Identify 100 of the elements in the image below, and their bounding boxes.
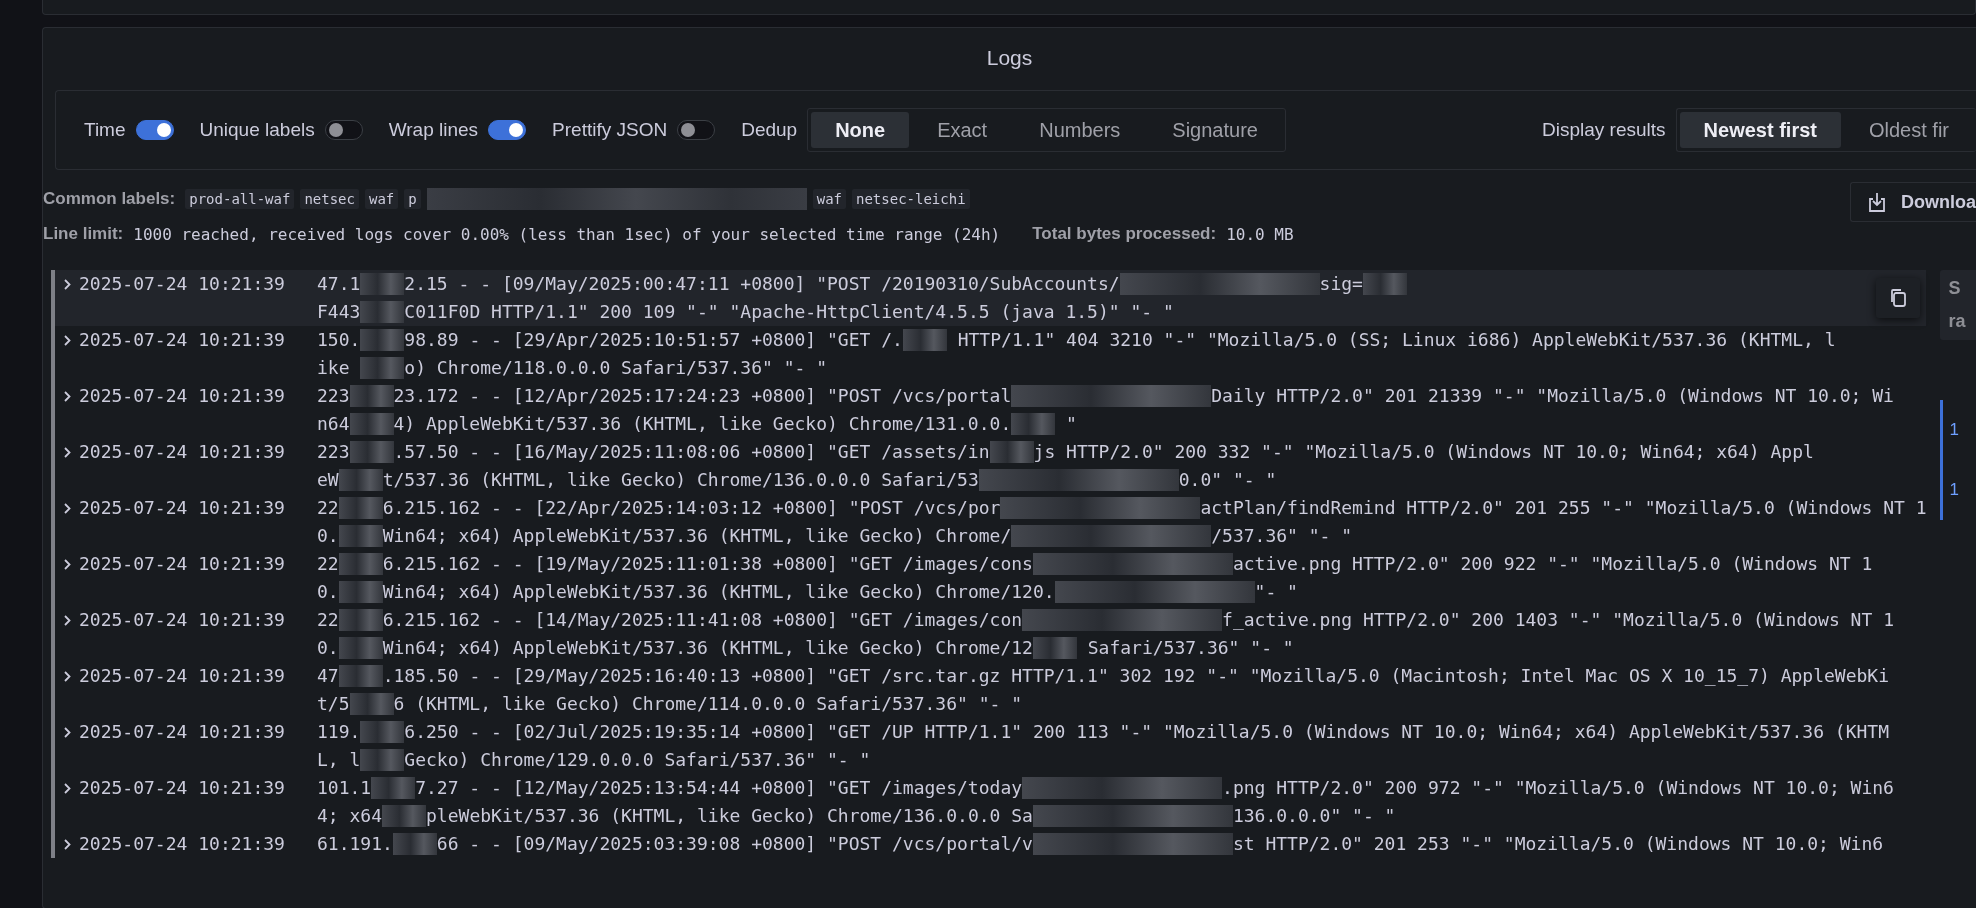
expand-chevron-icon[interactable] (63, 839, 71, 850)
blurred-region (360, 357, 405, 379)
log-text: 22 (317, 608, 339, 632)
label-chip: waf (812, 189, 846, 209)
side-header-text: S (1948, 278, 1962, 299)
blurred-region (989, 441, 1034, 463)
log-text: t/5 (317, 692, 350, 716)
log-text: ike (317, 356, 351, 380)
copy-button[interactable] (1876, 278, 1921, 318)
blurred-region (360, 273, 405, 295)
toggle-switch[interactable] (135, 120, 174, 140)
log-text: 119. (317, 720, 361, 744)
blurred-region (1032, 637, 1077, 659)
log-text: active.png HTTP/2.0" 200 922 "-" "Mozilla/5.0 (Windows NT 1 (1232, 552, 1873, 576)
blurred-region (392, 833, 437, 855)
log-text: .57.50 - - [16/May/2025:11:08:06 +0800] "GET /assets/in (393, 440, 990, 464)
log-text: Win64; x64) AppleWebKit/537.36 (KHTML, like Gecko) Chrome/ (382, 524, 1012, 548)
log-text: 4; x64 (317, 804, 383, 828)
log-row[interactable]: 2025-07-24 10:21:39 150. 98.89 - - [29/Apr/2025:10:51:57 +0800] "GET /. HTTP/1.1" 404 3210 "-" "Mozilla/5.0 (SS; Linux i686) AppleWebKit/537.36 (KHTML, l ike o) Chrome/118.0.0.0 Safari/537.36" "- " (51, 326, 1927, 382)
toggle-label: Unique labels (199, 119, 315, 141)
dedup-option[interactable]: Signature (1148, 112, 1282, 148)
expand-chevron-icon[interactable] (63, 727, 71, 738)
log-text: 22 (317, 496, 339, 520)
log-text: 150. (317, 328, 361, 352)
dedup-option[interactable]: Exact (913, 112, 1012, 148)
blurred-region (360, 301, 405, 323)
toggle-label: Wrap lines (388, 119, 479, 141)
blurred-region (338, 609, 383, 631)
log-text: 6.215.162 - - [14/May/2025:11:41:08 +0800] "GET /images/con (382, 608, 1023, 632)
expand-chevron-icon[interactable] (63, 503, 71, 514)
side-header-text: ra (1948, 311, 1967, 332)
toggle-label: Time (84, 119, 126, 141)
download-button[interactable]: Downloa (1850, 182, 1976, 222)
sort-order-option[interactable]: Newest first (1679, 112, 1841, 148)
blurred-region (1362, 273, 1407, 295)
log-row[interactable]: 2025-07-24 10:21:39 47.1 2.15 - - [09/May/2025:00:47:11 +0800] "POST /20190310/SubAccounts/ sig= F443 C011F0D HTTP/1.1" 200 109 "-" "Apache-HttpClient/4.5.5 (java 1.5)" "- " (51, 270, 1927, 326)
blurred-region (360, 329, 405, 351)
blurred-region (349, 413, 394, 435)
log-text: Win64; x64) AppleWebKit/537.36 (KHTML, like Gecko) Chrome/120. (382, 580, 1055, 604)
log-timestamp: 2025-07-24 10:21:39 (79, 664, 286, 688)
blurred-region (1011, 413, 1056, 435)
log-text: 6.215.162 - - [19/May/2025:11:01:38 +0800] "GET /images/cons (382, 552, 1033, 576)
log-text: 0.0" "- " (1178, 468, 1277, 492)
log-text: 98.89 - - [29/Apr/2025:10:51:57 +0800] "GET /. (404, 328, 903, 352)
log-row[interactable]: 2025-07-24 10:21:39 61.191. 66 - - [09/May/2025:03:39:08 +0800] "POST /vcs/portal/v st HTTP/2.0" 201 253 "-" "Mozilla/5.0 (Windows NT 10.0; Win6 (51, 830, 1927, 858)
log-timestamp: 2025-07-24 10:21:39 (79, 720, 286, 744)
log-text: 6 (KHTML, like Gecko) Chrome/114.0.0.0 Safari/537.36" "- " (393, 692, 1023, 716)
log-text: 4) AppleWebKit/537.36 (KHTML, like Gecko) Chrome/131.0.0. (393, 412, 1012, 436)
blurred-region (338, 637, 383, 659)
log-timestamp: 2025-07-24 10:21:39 (79, 440, 286, 464)
log-text: st HTTP/2.0" 201 253 "-" "Mozilla/5.0 (Windows NT 10.0; Win6 (1232, 832, 1884, 856)
blurred-region (349, 441, 394, 463)
expand-chevron-icon[interactable] (63, 671, 71, 682)
log-row[interactable] (51, 494, 1927, 550)
sort-order-option[interactable]: Oldest fir (1844, 112, 1973, 148)
log-text: 136.0.0.0" "- " (1232, 804, 1396, 828)
marker-text[interactable]: 1 (1949, 420, 1976, 440)
toggle-switch[interactable] (677, 120, 716, 140)
expand-chevron-icon[interactable] (63, 391, 71, 402)
log-timestamp: 2025-07-24 10:21:39 (79, 384, 286, 408)
log-text: 61.191. (317, 832, 393, 856)
blurred-region (349, 693, 394, 715)
log-text: 0. (317, 524, 339, 548)
dedup-option[interactable]: None (811, 112, 910, 148)
line-limit-label: Line limit: (43, 224, 124, 244)
log-text: 223 (317, 384, 350, 408)
expand-chevron-icon[interactable] (63, 335, 71, 346)
blurred-region (338, 497, 383, 519)
log-text: 223 (317, 440, 350, 464)
label-chip: p (404, 189, 421, 209)
toggle-switch[interactable] (324, 120, 363, 140)
log-text: C011F0D HTTP/1.1" 200 109 "-" "Apache-HttpClient/4.5.5 (java 1.5)" "- " (404, 300, 1174, 324)
blurred-region (360, 749, 405, 771)
expand-chevron-icon[interactable] (63, 615, 71, 626)
log-text: F443 (317, 300, 361, 324)
log-text: 22 (317, 552, 339, 576)
blurred-region (338, 525, 383, 547)
toggle-label: Prettify JSON (552, 119, 668, 141)
copy-icon (1889, 288, 1908, 308)
log-text: pleWebKit/537.36 (KHTML, like Gecko) Chrome/136.0.0.0 Sa (426, 804, 1033, 828)
bytes-label: Total bytes processed: (1032, 224, 1217, 244)
expand-chevron-icon[interactable] (63, 279, 71, 290)
expand-chevron-icon[interactable] (63, 447, 71, 458)
blurred-region (360, 721, 405, 743)
blurred-region (349, 385, 394, 407)
log-text: HTTP/1.1" 404 3210 "-" "Mozilla/5.0 (SS; Linux i686) AppleWebKit/537.36 (KHTML, l (956, 328, 1836, 352)
toggle-switch[interactable] (488, 120, 527, 140)
display-results-label: Display results (1542, 119, 1666, 141)
label-chip: netsec (300, 189, 359, 209)
log-text: "- " (1254, 580, 1298, 604)
expand-chevron-icon[interactable] (63, 783, 71, 794)
log-text: Safari/537.36" "- " (1086, 636, 1294, 660)
expand-chevron-icon[interactable] (63, 559, 71, 570)
marker-text[interactable]: 1 (1949, 480, 1976, 500)
log-text: 2.15 - - [09/May/2025:00:47:11 +0800] "POST /20190310/SubAccounts/ (404, 272, 1120, 296)
log-text: 0. (317, 580, 339, 604)
log-text: 47.1 (317, 272, 361, 296)
log-text: .185.50 - - [29/May/2025:16:40:13 +0800] "GET /src.tar.gz HTTP/1.1" 302 192 "-" "Mozilla/5.0 (Macintosh; Intel Mac OS X 10_15_7) AppleWebKi (382, 664, 1890, 688)
log-timestamp: 2025-07-24 10:21:39 (79, 552, 286, 576)
dedup-option[interactable]: Numbers (1015, 112, 1145, 148)
